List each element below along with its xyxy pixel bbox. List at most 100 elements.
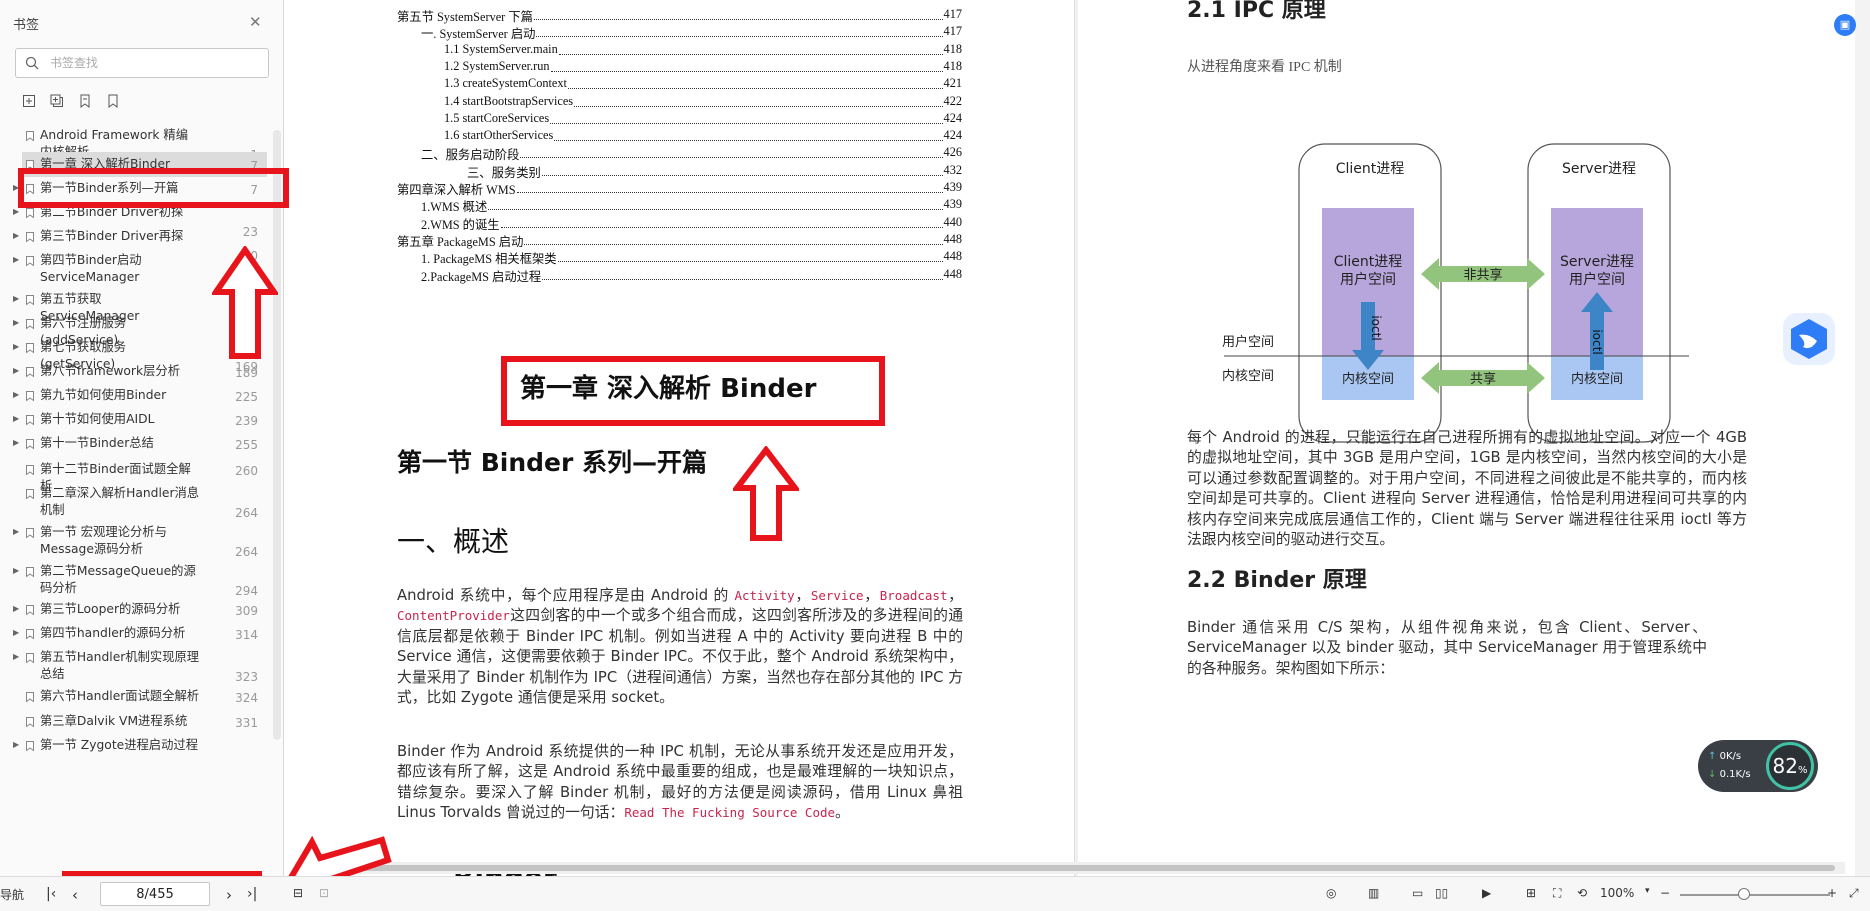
toc-entry[interactable]: 2.PackageMS 启动过程 448: [421, 267, 962, 285]
bookmark-page: 225: [235, 390, 258, 404]
bookmark-icon: [26, 741, 34, 751]
expand-arrow-icon[interactable]: ▶: [13, 231, 19, 240]
bookmark-item[interactable]: ▶ 第五节Handler机制实现原理总结 323: [0, 649, 270, 685]
toc-leader: [520, 145, 943, 159]
bookmark-icon[interactable]: [104, 92, 122, 110]
zoom-level[interactable]: 100%: [1600, 886, 1634, 900]
zoom-dropdown-icon[interactable]: ▾: [1645, 886, 1650, 896]
fit-width-icon[interactable]: ⛶: [1553, 886, 1561, 901]
bookmark-item[interactable]: 第十二节Binder面试题全解析 260: [0, 461, 270, 493]
vertical-scrollbar[interactable]: [1855, 0, 1870, 876]
toc-entry[interactable]: 1.3 createSystemContext 421: [444, 76, 962, 94]
zoom-in-icon[interactable]: +: [1827, 886, 1837, 900]
toc-entry[interactable]: 三、服务类别 432: [467, 163, 962, 181]
page-number-input[interactable]: [101, 883, 209, 905]
last-page-icon[interactable]: ›|: [247, 886, 257, 902]
document-icon[interactable]: ▭: [1412, 886, 1423, 900]
single-page-icon[interactable]: ▥: [1368, 886, 1379, 900]
add-bookmark-icon[interactable]: [20, 92, 38, 110]
bookmark-item[interactable]: ▶ 第一节 Zygote进程启动过程: [0, 737, 270, 755]
toc-entry[interactable]: 第五章 PackageMS 启动 448: [397, 232, 962, 250]
horizontal-scroll-thumb[interactable]: [305, 865, 1835, 871]
rotate-icon[interactable]: ⟲: [1577, 886, 1587, 900]
toc-entry[interactable]: 一. SystemServer 启动 417: [421, 24, 962, 42]
bookmark-panel-title: 书签: [13, 18, 40, 33]
zoom-slider-knob[interactable]: [1738, 888, 1750, 900]
expand-arrow-icon[interactable]: ▶: [13, 255, 19, 264]
bookmark-item[interactable]: ▶ 第九节如何使用Binder 225: [0, 387, 270, 405]
add-sub-bookmark-icon[interactable]: [48, 92, 66, 110]
bookmark-item[interactable]: ▶ 第一节 宏观理论分析与Message源码分析 264: [0, 524, 270, 560]
bookmark-item[interactable]: 第三章Dalvik VM进程系统 331: [0, 713, 270, 731]
expand-arrow-icon[interactable]: ▶: [13, 207, 19, 216]
toc-entry[interactable]: 1.5 startCoreServices 424: [444, 111, 962, 129]
expand-arrow-icon[interactable]: ▶: [13, 438, 19, 447]
expand-arrow-icon[interactable]: ▶: [13, 652, 19, 661]
network-speed-widget[interactable]: ↑ 0K/s ↓ 0.1K/s 82%: [1698, 740, 1818, 792]
horizontal-scrollbar[interactable]: [295, 862, 1845, 874]
bookmark-item[interactable]: ▶ 第二节MessageQueue的源码分析 294: [0, 563, 270, 599]
next-page-icon[interactable]: ›: [226, 886, 232, 904]
toc-entry[interactable]: 1.WMS 概述 439: [421, 197, 962, 215]
page-number-box[interactable]: [100, 882, 210, 906]
expand-arrow-icon[interactable]: ▶: [13, 414, 19, 423]
expand-arrow-icon[interactable]: ▶: [13, 740, 19, 749]
fit-page-icon[interactable]: ⊟: [293, 886, 303, 900]
bookmark-search-input[interactable]: [50, 54, 260, 72]
bookmark-flag-icon[interactable]: [76, 92, 94, 110]
zoom-out-icon[interactable]: −: [1660, 886, 1670, 900]
dual-page-icon[interactable]: ▯▯: [1435, 886, 1448, 900]
expand-arrow-icon[interactable]: ▶: [13, 390, 19, 399]
floating-tool-icon[interactable]: ▣: [1834, 14, 1856, 36]
toc-entry[interactable]: 二、服务启动阶段 426: [421, 145, 962, 163]
assistant-bird-icon[interactable]: [1783, 313, 1835, 365]
navigation-label[interactable]: 导航: [0, 886, 24, 903]
expand-arrow-icon[interactable]: ▶: [13, 342, 19, 351]
first-page-icon[interactable]: |‹: [46, 886, 56, 902]
toc-text: 第五节 SystemServer 下篇: [397, 10, 533, 24]
zoom-slider[interactable]: [1680, 894, 1830, 896]
fullscreen-icon[interactable]: ⤢: [1849, 886, 1859, 901]
expand-arrow-icon[interactable]: ▶: [13, 628, 19, 637]
usage-percent: 82%: [1766, 742, 1814, 790]
bookmark-item[interactable]: ▶ 第十节如何使用AIDL 239: [0, 411, 270, 429]
toc-leader: [536, 24, 943, 38]
expand-arrow-icon[interactable]: ▶: [13, 318, 19, 327]
toc-entry[interactable]: 1.2 SystemServer.run 418: [444, 59, 962, 77]
toc-entry[interactable]: 1.1 SystemServer.main 418: [444, 42, 962, 60]
expand-arrow-icon[interactable]: ▶: [13, 604, 19, 613]
toc-leader: [574, 94, 943, 107]
close-icon[interactable]: ✕: [249, 13, 262, 31]
expand-arrow-icon[interactable]: ▶: [13, 366, 19, 375]
annotation-arrow-up-title: [733, 446, 799, 541]
toc-entry[interactable]: 1. PackageMS 相关框架类 448: [421, 249, 962, 267]
bookmark-icon: [26, 489, 34, 499]
bookmark-scrollbar[interactable]: [273, 130, 281, 740]
bookmark-item[interactable]: ▶ 第四节handler的源码分析 314: [0, 625, 270, 643]
export-icon[interactable]: ⊡: [319, 886, 329, 900]
expand-arrow-icon[interactable]: ▶: [13, 566, 19, 575]
bookmark-page: 264: [235, 545, 258, 559]
toc-entry[interactable]: 1.6 startOtherServices 424: [444, 128, 962, 146]
toc-page: 424: [943, 110, 962, 125]
bookmark-item[interactable]: ▶ 第三节Looper的源码分析 309: [0, 601, 270, 619]
bookmark-icon: [26, 343, 34, 353]
toc-entry[interactable]: 1.4 startBootstrapServices 422: [444, 94, 962, 112]
toc-entry[interactable]: 2.WMS 的诞生 440: [421, 215, 962, 233]
play-icon[interactable]: ▶: [1482, 886, 1491, 900]
prev-page-icon[interactable]: ‹: [72, 886, 78, 904]
expand-arrow-icon[interactable]: ▶: [13, 294, 19, 303]
document-viewer[interactable]: 第五节 SystemServer 下篇 417 一. SystemServer 启动…: [285, 0, 1870, 876]
bookmark-item[interactable]: ▶ 第八节framework层分析 189: [0, 363, 270, 381]
toc-leader: [516, 180, 943, 193]
download-speed: 0.1K/s: [1719, 769, 1751, 780]
bookmark-item[interactable]: 第六节Handler面试题全解析 324: [0, 688, 270, 706]
bookmark-item[interactable]: 第二章深入解析Handler消息机制 264: [0, 485, 270, 521]
toc-entry[interactable]: 第四章深入解析 WMS 439: [397, 180, 962, 198]
actual-size-icon[interactable]: ⊞: [1526, 886, 1536, 900]
expand-arrow-icon[interactable]: ▶: [13, 527, 19, 536]
bookmark-item[interactable]: ▶ 第十一节Binder总结 255: [0, 435, 270, 453]
bookmark-search-box[interactable]: [15, 48, 269, 78]
eye-icon[interactable]: ◎: [1326, 886, 1336, 900]
toc-entry[interactable]: 第五节 SystemServer 下篇 417: [397, 7, 962, 25]
